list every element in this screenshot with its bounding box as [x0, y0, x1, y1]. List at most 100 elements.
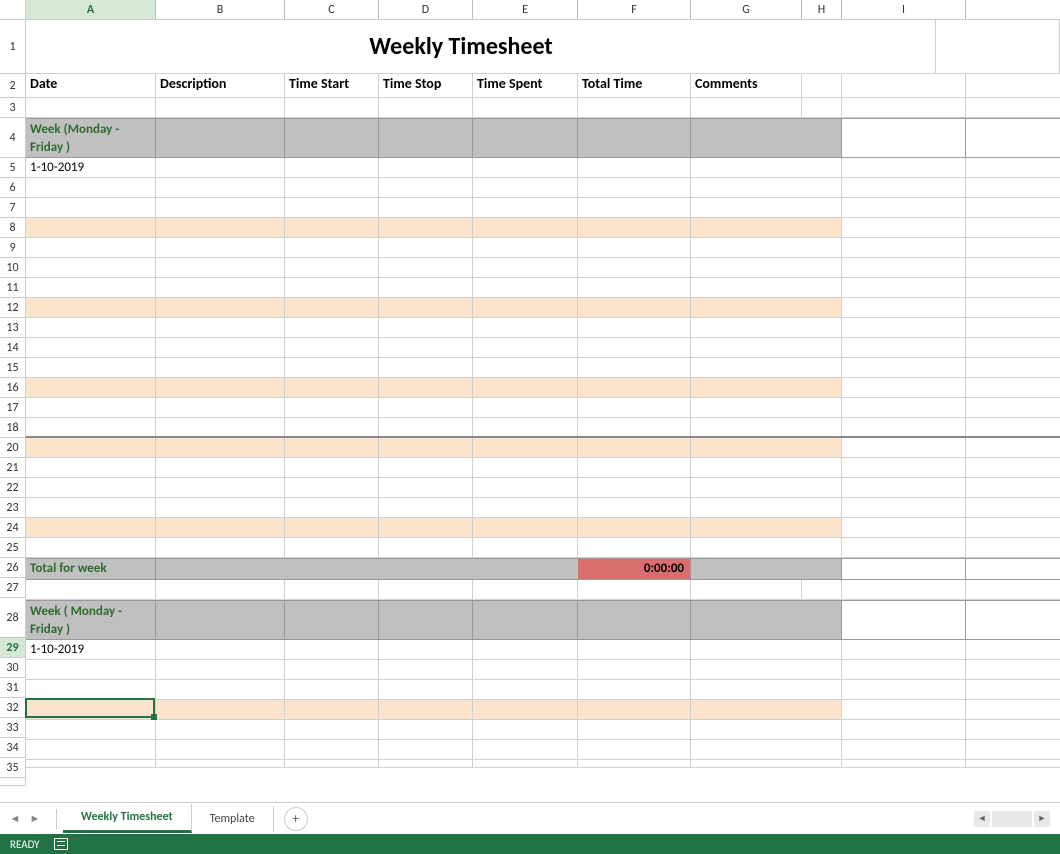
total-for-week-label[interactable]: Total for week: [26, 559, 156, 579]
cell[interactable]: [379, 580, 473, 599]
cell[interactable]: [691, 498, 842, 517]
row-header-33[interactable]: 33: [0, 718, 26, 738]
cell[interactable]: [842, 158, 966, 177]
cell[interactable]: [379, 760, 473, 767]
row-header-14[interactable]: 14: [0, 338, 26, 358]
cell[interactable]: [156, 760, 285, 767]
cell[interactable]: [578, 458, 691, 477]
cell[interactable]: [26, 438, 156, 457]
row-header-7[interactable]: 7: [0, 198, 26, 218]
cell[interactable]: [842, 601, 966, 639]
cell[interactable]: [842, 258, 966, 277]
cell[interactable]: [473, 518, 578, 537]
cell[interactable]: [156, 720, 285, 739]
cell[interactable]: [156, 640, 285, 659]
sheet-tab-active[interactable]: Weekly Timesheet: [63, 804, 192, 833]
macro-record-icon[interactable]: [54, 838, 68, 850]
cell[interactable]: [578, 640, 691, 659]
row-header-2[interactable]: 2: [0, 74, 26, 98]
row-header-5[interactable]: 5: [0, 158, 26, 178]
cell[interactable]: [156, 318, 285, 337]
cell[interactable]: [285, 218, 379, 237]
cell[interactable]: [578, 378, 691, 397]
cell[interactable]: [473, 700, 578, 719]
cell[interactable]: [691, 358, 842, 377]
cell[interactable]: [379, 680, 473, 699]
cell[interactable]: [473, 580, 578, 599]
row-header-32[interactable]: 32: [0, 698, 26, 718]
row-header-8[interactable]: 8: [0, 218, 26, 238]
cell[interactable]: [26, 298, 156, 317]
cell[interactable]: [26, 760, 156, 767]
cell[interactable]: [26, 518, 156, 537]
row-header-9[interactable]: 9: [0, 238, 26, 258]
cell[interactable]: [285, 158, 379, 177]
cell[interactable]: [473, 338, 578, 357]
header-time-spent[interactable]: Time Spent: [473, 74, 578, 97]
cell[interactable]: [691, 760, 842, 767]
cell[interactable]: [842, 720, 966, 739]
cell[interactable]: [842, 398, 966, 417]
row-header-22[interactable]: 22: [0, 478, 26, 498]
cell[interactable]: [842, 700, 966, 719]
cell[interactable]: [285, 198, 379, 217]
cell[interactable]: [26, 178, 156, 197]
cell[interactable]: [473, 98, 578, 117]
row-header-28[interactable]: 28: [0, 598, 26, 638]
cell[interactable]: [842, 538, 966, 557]
hscroll-track[interactable]: [992, 811, 1032, 827]
cell[interactable]: [156, 178, 285, 197]
cell[interactable]: [578, 238, 691, 257]
header-comments[interactable]: Comments: [691, 74, 802, 97]
header-date[interactable]: Date: [26, 74, 156, 97]
cell[interactable]: [473, 538, 578, 557]
cell[interactable]: [473, 660, 578, 679]
cell[interactable]: [691, 740, 842, 759]
cell[interactable]: [842, 98, 966, 117]
cell[interactable]: [285, 178, 379, 197]
cell[interactable]: [842, 318, 966, 337]
cell[interactable]: [285, 338, 379, 357]
cell[interactable]: [156, 601, 285, 639]
cell[interactable]: [379, 258, 473, 277]
cell[interactable]: [473, 178, 578, 197]
cell[interactable]: [473, 438, 578, 457]
cell[interactable]: [379, 119, 473, 157]
cell[interactable]: [156, 660, 285, 679]
cell[interactable]: [156, 378, 285, 397]
row-header-16[interactable]: 16: [0, 378, 26, 398]
cell[interactable]: [379, 378, 473, 397]
cell[interactable]: [473, 298, 578, 317]
cell[interactable]: [285, 700, 379, 719]
cell[interactable]: [842, 119, 966, 157]
cell[interactable]: [578, 700, 691, 719]
row-header-13[interactable]: 13: [0, 318, 26, 338]
cell[interactable]: [379, 458, 473, 477]
col-header-H[interactable]: H: [802, 0, 842, 19]
cell[interactable]: [285, 258, 379, 277]
cell[interactable]: [473, 119, 578, 157]
cell[interactable]: [473, 418, 578, 436]
row-header-23[interactable]: 23: [0, 498, 26, 518]
cell[interactable]: [285, 640, 379, 659]
cell[interactable]: [842, 278, 966, 297]
cell[interactable]: [379, 518, 473, 537]
header-total-time[interactable]: Total Time: [578, 74, 691, 97]
col-header-C[interactable]: C: [285, 0, 379, 19]
cell[interactable]: [473, 740, 578, 759]
week1-date[interactable]: 1-10-2019: [26, 158, 156, 177]
cell[interactable]: [379, 418, 473, 436]
cell[interactable]: [156, 538, 285, 557]
cell[interactable]: [578, 338, 691, 357]
cell[interactable]: [578, 601, 691, 639]
cell[interactable]: [285, 418, 379, 436]
cell[interactable]: [473, 640, 578, 659]
cell[interactable]: [379, 640, 473, 659]
spreadsheet-grid[interactable]: A B C D E F G H I 1234567891011121314151…: [0, 0, 1060, 802]
cell[interactable]: [26, 338, 156, 357]
cell[interactable]: [26, 538, 156, 557]
cell[interactable]: [26, 98, 156, 117]
cell[interactable]: [156, 198, 285, 217]
hscroll-right[interactable]: ►: [1034, 811, 1050, 827]
tab-nav-next[interactable]: ►: [28, 812, 42, 826]
